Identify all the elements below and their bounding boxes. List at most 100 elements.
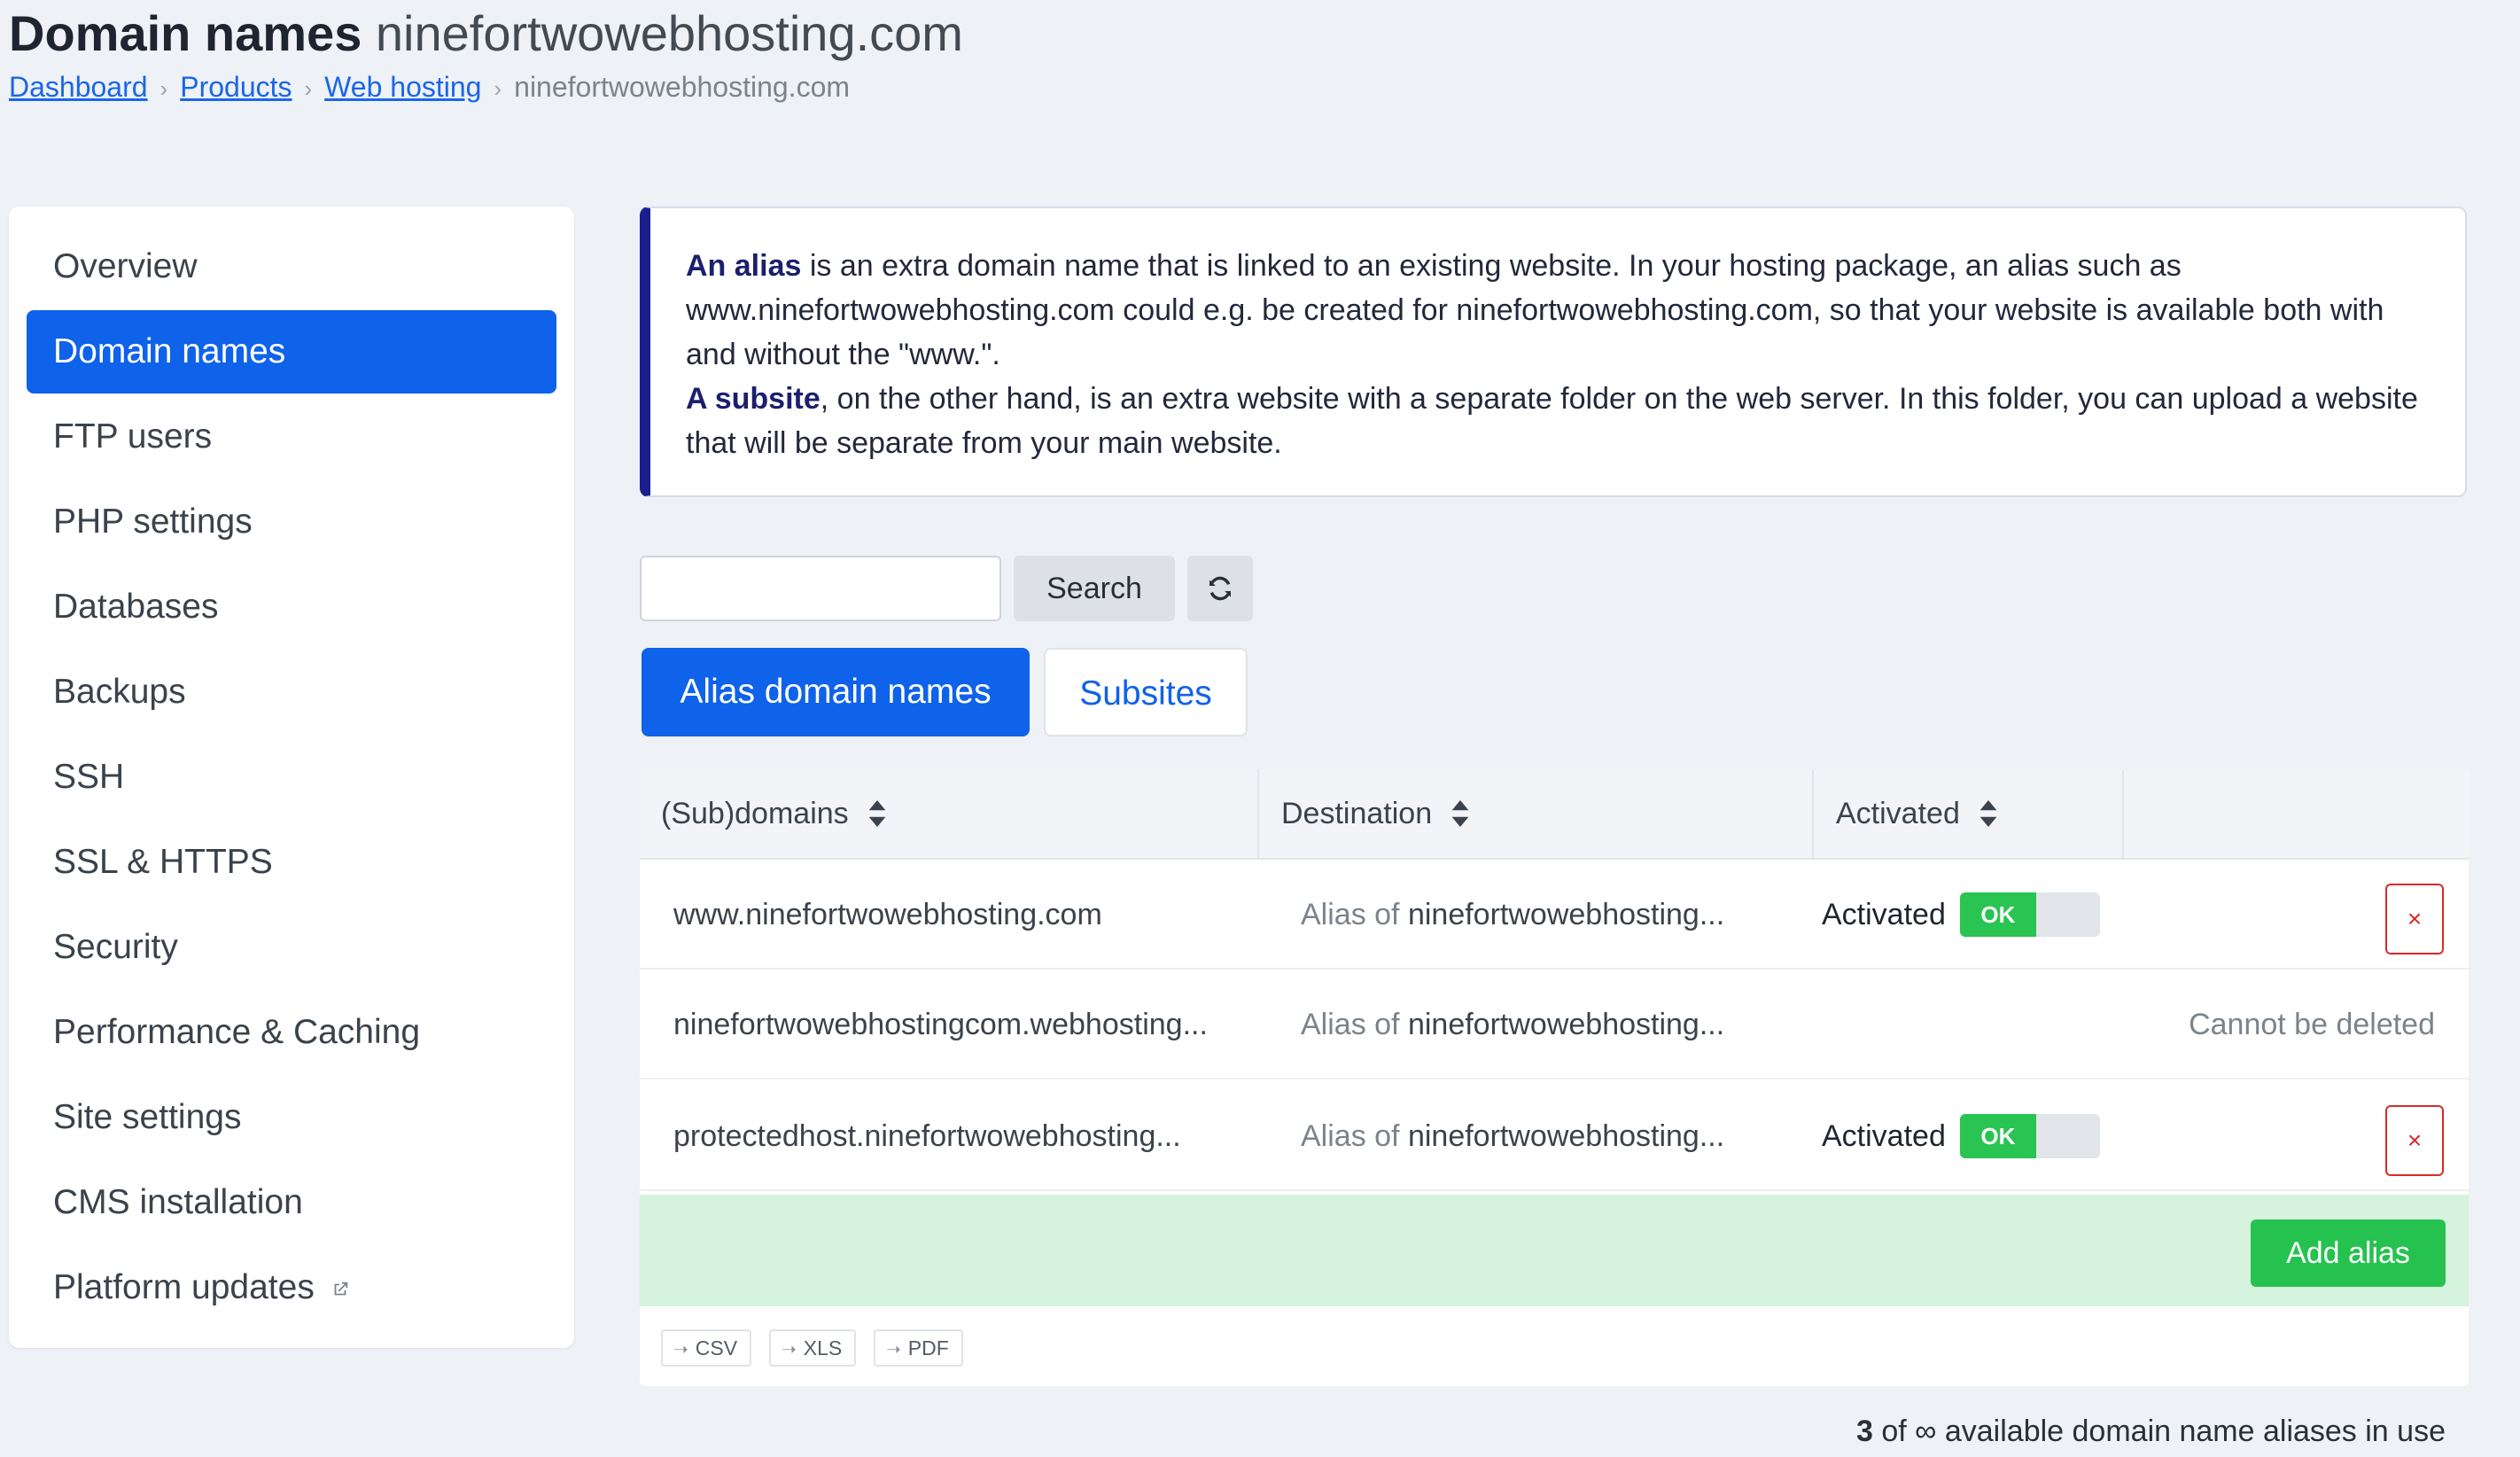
destination-name: ninefortwowebhosting... (1407, 1119, 1725, 1153)
arrow-right-icon: ➝ (782, 1340, 797, 1360)
activated-label: Activated (1822, 898, 1946, 931)
add-alias-row: Add alias (640, 1195, 2469, 1306)
column-divider (1257, 769, 1259, 858)
search-input[interactable] (640, 556, 1001, 621)
destination-prefix: Alias of (1301, 1008, 1408, 1041)
info-box: An alias is an extra domain name that is… (640, 206, 2467, 497)
info-subsite-term: A subsite (686, 382, 821, 416)
activation-toggle[interactable]: OK (1959, 1114, 2100, 1158)
sidebar-item-label: Site settings (53, 1098, 242, 1136)
add-alias-button[interactable]: Add alias (2251, 1219, 2446, 1287)
sidebar-item-label: SSL & HTTPS (53, 843, 273, 881)
activated-cell: Activated OK (1822, 1081, 2100, 1191)
sidebar-item-overview[interactable]: Overview (27, 225, 556, 308)
destination-name: ninefortwowebhosting... (1407, 898, 1725, 931)
page-title: Domain names ninefortwowebhosting.com (9, 0, 963, 67)
column-divider (1812, 769, 1814, 858)
sidebar-item-label: Platform updates (53, 1268, 315, 1306)
sidebar-item-php-settings[interactable]: PHP settings (27, 480, 556, 564)
destination-prefix: Alias of (1301, 1119, 1408, 1153)
activated-cell: Activated OK (1822, 860, 2100, 970)
sidebar-item-ftp-users[interactable]: FTP users (27, 395, 556, 479)
alias-usage: 3 of ∞ available domain name aliases in … (1856, 1411, 2446, 1452)
sidebar-item-label: Backups (53, 673, 186, 711)
alias-usage-text: available domain name aliases in use (1936, 1414, 2446, 1448)
sort-icon (1451, 800, 1469, 827)
activation-toggle[interactable]: OK (1959, 892, 2100, 937)
delete-button[interactable]: × (2385, 1105, 2444, 1176)
external-link-icon (334, 1282, 348, 1296)
arrow-right-icon: ➝ (673, 1340, 688, 1360)
column-header-activated[interactable]: Activated (1836, 769, 1997, 858)
column-header-domains[interactable]: (Sub)domains (661, 769, 886, 858)
sidebar-item-label: Overview (53, 247, 198, 285)
export-label: CSV (695, 1336, 738, 1360)
export-pdf-button[interactable]: ➝ PDF (874, 1329, 963, 1367)
sort-icon (868, 800, 886, 827)
activated-label: Activated (1822, 1119, 1946, 1153)
tab-alias-domain-names[interactable]: Alias domain names (642, 648, 1030, 736)
close-icon: × (2407, 905, 2423, 932)
sidebar-item-databases[interactable]: Databases (27, 565, 556, 649)
page-title-main: Domain names (9, 5, 362, 61)
breadcrumb-products[interactable]: Products (180, 71, 292, 103)
refresh-icon (1209, 576, 1231, 601)
breadcrumb-separator: › (159, 75, 168, 102)
sidebar-item-ssh[interactable]: SSH (27, 736, 556, 819)
sidebar-item-label: PHP settings (53, 503, 253, 541)
export-csv-button[interactable]: ➝ CSV (661, 1329, 752, 1367)
breadcrumb-separator: › (304, 75, 313, 102)
domain-cell: www.ninefortwowebhosting.com (673, 898, 1102, 931)
table-row: www.ninefortwowebhosting.com Alias of ni… (640, 860, 2469, 970)
delete-button[interactable]: × (2385, 884, 2444, 954)
sidebar-item-label: Performance & Caching (53, 1013, 421, 1051)
destination-cell: Alias of ninefortwowebhosting... (1301, 860, 1724, 970)
destination-cell: Alias of ninefortwowebhosting... (1301, 1081, 1724, 1191)
destination-name: ninefortwowebhosting... (1407, 1008, 1725, 1041)
table-row: ninefortwowebhostingcom.webhosting... Al… (640, 970, 2469, 1079)
alias-usage-count: 3 (1856, 1414, 1873, 1448)
column-divider (2122, 769, 2124, 858)
breadcrumb-dashboard[interactable]: Dashboard (9, 71, 148, 103)
breadcrumb-web-hosting[interactable]: Web hosting (324, 71, 481, 103)
refresh-button[interactable] (1187, 556, 1253, 621)
info-alias-text: is an extra domain name that is linked t… (686, 249, 2384, 371)
search-button[interactable]: Search (1014, 556, 1175, 621)
sidebar-item-label: Databases (53, 588, 219, 626)
column-header-destination[interactable]: Destination (1281, 769, 1469, 858)
destination-prefix: Alias of (1301, 898, 1408, 931)
destination-cell: Alias of ninefortwowebhosting... (1301, 970, 1724, 1079)
export-xls-button[interactable]: ➝ XLS (769, 1329, 857, 1367)
page-title-domain: ninefortwowebhosting.com (375, 5, 963, 61)
table-header: (Sub)domains Destination Activated (640, 769, 2469, 860)
sidebar-item-label: CMS installation (53, 1183, 303, 1221)
column-header-label: (Sub)domains (661, 797, 849, 830)
sidebar-item-site-settings[interactable]: Site settings (27, 1076, 556, 1159)
sort-icon (1979, 800, 1997, 827)
sidebar-item-domain-names[interactable]: Domain names (27, 310, 556, 393)
toggle-on-label: OK (1959, 1114, 2036, 1158)
column-header-label: Activated (1836, 797, 1960, 830)
sidebar: Overview Domain names FTP users PHP setting… (9, 206, 574, 1348)
sidebar-item-backups[interactable]: Backups (27, 651, 556, 734)
sidebar-item-label: FTP users (53, 417, 213, 456)
sidebar-item-security[interactable]: Security (27, 906, 556, 989)
sidebar-item-cms-installation[interactable]: CMS installation (27, 1161, 556, 1244)
arrow-right-icon: ➝ (886, 1340, 901, 1360)
export-label: XLS (803, 1336, 843, 1360)
sidebar-item-performance-caching[interactable]: Performance & Caching (27, 991, 556, 1074)
page-header: Domain names ninefortwowebhosting.com Da… (9, 0, 963, 108)
export-label: PDF (907, 1336, 949, 1360)
domain-cell: protectedhost.ninefortwowebhosting... (673, 1119, 1181, 1153)
cannot-delete-note: Cannot be deleted (2189, 1008, 2435, 1041)
sidebar-item-label: Domain names (53, 332, 286, 370)
breadcrumb-current: ninefortwowebhosting.com (514, 71, 851, 103)
breadcrumb: Dashboard › Products › Web hosting › ninefortw… (9, 67, 963, 108)
sidebar-item-ssl-https[interactable]: SSL & HTTPS (27, 821, 556, 904)
sidebar-item-label: SSH (53, 758, 125, 796)
tab-subsites[interactable]: Subsites (1044, 648, 1248, 736)
domain-cell: ninefortwowebhostingcom.webhosting... (673, 1008, 1208, 1041)
sidebar-item-label: Security (53, 928, 178, 966)
sidebar-item-platform-updates[interactable]: Platform updates (27, 1246, 556, 1329)
infinity-icon: ∞ (1915, 1414, 1937, 1448)
